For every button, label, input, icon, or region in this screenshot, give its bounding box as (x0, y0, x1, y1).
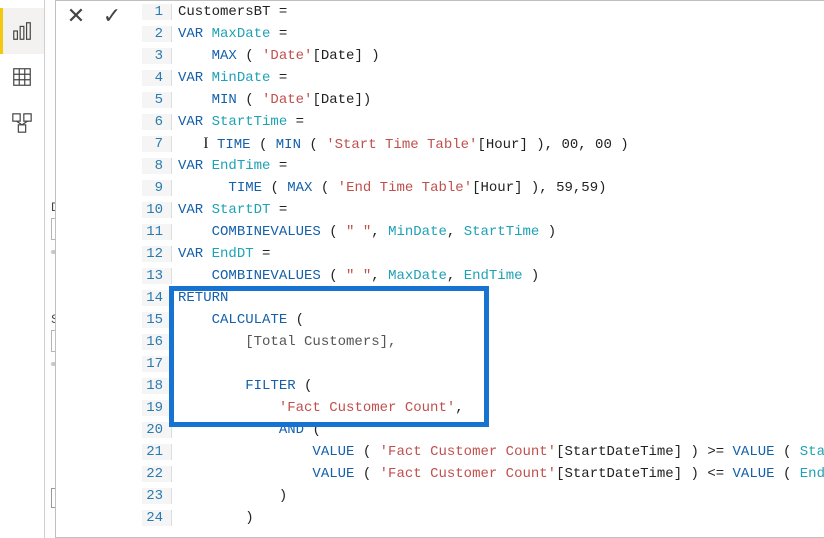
formula-editor: ✕ ✓ 1CustomersBT = 2VAR MaxDate = 3 MAX … (55, 0, 824, 538)
line-number: 19 (142, 400, 172, 416)
line-number: 2 (142, 26, 172, 42)
line-number: 8 (142, 158, 172, 174)
line-number: 1 (142, 4, 172, 20)
line-number: 4 (142, 70, 172, 86)
line-number: 3 (142, 48, 172, 64)
line-number: 9 (142, 180, 172, 196)
view-rail (0, 0, 45, 538)
line-number: 22 (142, 466, 172, 482)
line-number: 20 (142, 422, 172, 438)
line-number: 14 (142, 290, 172, 306)
line-number: 24 (142, 510, 172, 526)
commit-icon[interactable]: ✓ (98, 5, 126, 27)
line-number: 10 (142, 202, 172, 218)
line-number: 11 (142, 224, 172, 240)
line-number: 7 (142, 136, 172, 152)
line-number: 12 (142, 246, 172, 262)
cancel-icon[interactable]: ✕ (62, 5, 90, 27)
line-number: 15 (142, 312, 172, 328)
line-number: 17 (142, 356, 172, 372)
line-number: 5 (142, 92, 172, 108)
line-number: 6 (142, 114, 172, 130)
line-number: 21 (142, 444, 172, 460)
data-view-icon[interactable] (0, 54, 44, 100)
line-number: 23 (142, 488, 172, 504)
model-view-icon[interactable] (0, 100, 44, 146)
formula-bar-actions: ✕ ✓ (62, 5, 126, 27)
code-line: CustomersBT = (172, 4, 287, 20)
report-view-icon[interactable] (0, 8, 44, 54)
code-area[interactable]: 1CustomersBT = 2VAR MaxDate = 3 MAX ( 'D… (142, 1, 824, 537)
line-number: 18 (142, 378, 172, 394)
line-number: 13 (142, 268, 172, 284)
line-number: 16 (142, 334, 172, 350)
